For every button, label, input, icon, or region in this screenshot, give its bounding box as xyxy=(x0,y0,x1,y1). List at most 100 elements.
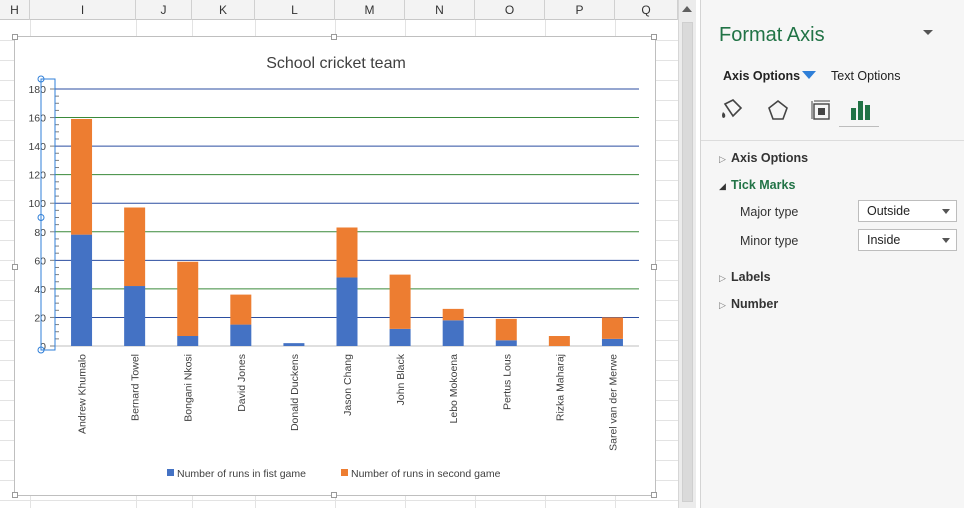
chart-resize-handle[interactable] xyxy=(12,492,18,498)
bar-second-game-0 xyxy=(71,118,93,235)
column-header-I[interactable]: I xyxy=(30,0,136,20)
tab-axis-options[interactable]: Axis Options xyxy=(723,69,800,83)
bar-first-game-5 xyxy=(336,277,358,346)
dropdown-caret-icon xyxy=(942,209,950,214)
minor-type-value: Inside xyxy=(867,233,901,247)
section-number[interactable]: ▷ Number xyxy=(719,297,778,311)
minor-type-select[interactable]: Inside xyxy=(858,229,957,251)
bar-second-game-1 xyxy=(124,207,146,287)
major-type-select[interactable]: Outside xyxy=(858,200,957,222)
column-header-O[interactable]: O xyxy=(475,0,545,20)
x-category-label: Jason Chang xyxy=(342,354,354,416)
y-tick-label-80: 80 xyxy=(34,227,46,239)
fill-line-icon[interactable] xyxy=(719,98,745,122)
column-header-Q[interactable]: Q xyxy=(615,0,678,20)
column-header-L[interactable]: L xyxy=(255,0,335,20)
section-label: Tick Marks xyxy=(731,178,796,192)
row-gridline xyxy=(0,500,678,501)
section-label: Number xyxy=(731,297,779,311)
legend-label-1: Number of runs in second game xyxy=(351,468,501,480)
legend-swatch-1 xyxy=(341,469,348,476)
column-header-M[interactable]: M xyxy=(335,0,405,20)
bar-first-game-10 xyxy=(601,338,623,346)
active-icon-indicator xyxy=(839,126,879,127)
bar-first-game-2 xyxy=(177,336,199,346)
column-header-H[interactable]: H xyxy=(0,0,30,20)
bar-first-game-8 xyxy=(495,340,517,346)
bar-second-game-6 xyxy=(389,274,411,329)
chart-resize-handle[interactable] xyxy=(331,34,337,40)
size-properties-icon[interactable] xyxy=(808,98,834,122)
column-header-N[interactable]: N xyxy=(405,0,475,20)
pane-title: Format Axis xyxy=(719,24,825,46)
bar-first-game-7 xyxy=(442,320,464,346)
vertical-scrollbar[interactable] xyxy=(678,0,696,508)
legend-label-0: Number of runs in fist game xyxy=(177,468,306,480)
axis-options-dropdown-icon[interactable] xyxy=(802,71,816,79)
bar-first-game-4 xyxy=(283,343,305,346)
expanded-triangle-icon: ◢ xyxy=(719,181,726,191)
bar-first-game-1 xyxy=(124,286,146,346)
chart-resize-handle[interactable] xyxy=(651,34,657,40)
pane-options-chevron-icon[interactable] xyxy=(923,30,933,35)
y-tick-label-100: 100 xyxy=(28,198,46,210)
major-type-label: Major type xyxy=(740,205,799,219)
legend-swatch-0 xyxy=(167,469,174,476)
bar-second-game-7 xyxy=(442,308,464,321)
section-axis-options[interactable]: ▷ Axis Options xyxy=(719,151,808,165)
y-tick-label-140: 140 xyxy=(28,141,46,153)
section-labels[interactable]: ▷ Labels xyxy=(719,270,771,284)
x-category-label: Lebo Mokoena xyxy=(448,354,460,424)
y-tick-label-20: 20 xyxy=(34,312,46,324)
chart-resize-handle[interactable] xyxy=(12,264,18,270)
pane-divider xyxy=(701,140,964,141)
chart-title: School cricket team xyxy=(266,55,406,72)
collapsed-triangle-icon: ▷ xyxy=(719,300,726,310)
minor-type-label: Minor type xyxy=(740,234,799,248)
column-header-P[interactable]: P xyxy=(545,0,615,20)
chart-area[interactable]: School cricket team 0 20 40 60 80 100 120 140 160… xyxy=(12,34,657,498)
bar-second-game-5 xyxy=(336,227,358,278)
section-tick-marks[interactable]: ◢ Tick Marks xyxy=(719,178,795,192)
column-header-J[interactable]: J xyxy=(136,0,192,20)
section-label: Labels xyxy=(731,270,771,284)
y-tick-label-40: 40 xyxy=(34,284,46,296)
scroll-up-icon[interactable] xyxy=(682,6,692,12)
x-category-label: Pertus Lous xyxy=(501,354,513,410)
bar-second-game-10 xyxy=(601,317,623,339)
axis-options-bar-chart-icon[interactable] xyxy=(847,98,873,122)
chart-resize-handle[interactable] xyxy=(331,492,337,498)
spreadsheet-grid[interactable]: HIJKLMNOPQ School cricket team 0 20 40 60 80 1… xyxy=(0,0,678,508)
major-type-value: Outside xyxy=(867,204,911,218)
x-category-label: Donald Duckens xyxy=(289,354,301,431)
stacked-bar-chart[interactable]: School cricket team020406080100120140160… xyxy=(15,37,657,497)
chart-resize-handle[interactable] xyxy=(12,34,18,40)
y-tick-label-120: 120 xyxy=(28,170,46,182)
x-category-label: Bernard Towel xyxy=(130,354,142,421)
bar-first-game-3 xyxy=(230,324,252,346)
dropdown-caret-icon xyxy=(942,238,950,243)
chart-resize-handle[interactable] xyxy=(651,264,657,270)
x-category-label: Sarel van der Merwe xyxy=(607,354,619,451)
tab-text-options[interactable]: Text Options xyxy=(831,69,900,83)
bar-second-game-2 xyxy=(177,261,199,337)
y-tick-label-60: 60 xyxy=(34,255,46,267)
scroll-thumb[interactable] xyxy=(682,22,693,502)
effects-pentagon-icon[interactable] xyxy=(765,98,791,122)
x-category-label: Andrew Khumalo xyxy=(77,354,89,434)
x-category-label: John Black xyxy=(395,353,407,405)
format-axis-pane: Format Axis Axis Options Text Options ▷ … xyxy=(700,0,964,508)
y-tick-label-160: 160 xyxy=(28,113,46,125)
x-category-label: Bongani Nkosi xyxy=(183,354,195,422)
collapsed-triangle-icon: ▷ xyxy=(719,273,726,283)
bar-second-game-3 xyxy=(230,294,252,325)
bar-second-game-9 xyxy=(548,336,570,346)
x-category-label: David Jones xyxy=(236,354,248,412)
bar-second-game-8 xyxy=(495,318,517,341)
section-label: Axis Options xyxy=(731,151,809,165)
column-header-K[interactable]: K xyxy=(192,0,255,20)
x-category-label: Rizka Maharaj xyxy=(554,354,566,421)
chart-resize-handle[interactable] xyxy=(651,492,657,498)
collapsed-triangle-icon: ▷ xyxy=(719,154,726,164)
column-header-bar: HIJKLMNOPQ xyxy=(0,0,678,20)
